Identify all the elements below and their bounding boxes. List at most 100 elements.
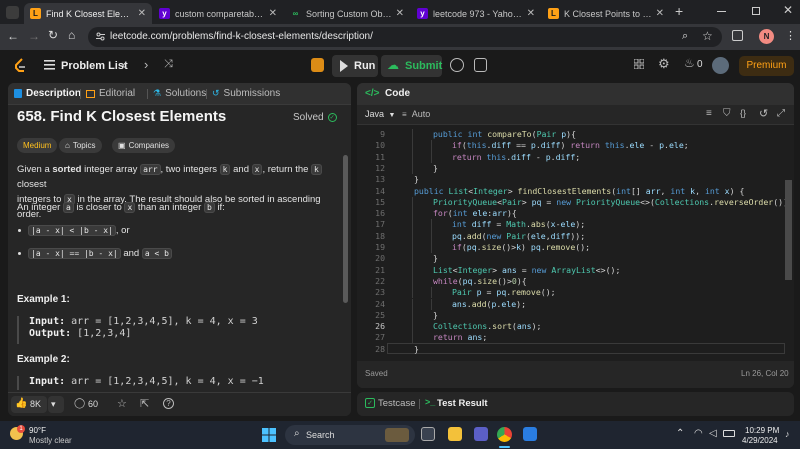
- notes-icon[interactable]: [474, 58, 487, 72]
- profile-avatar[interactable]: N: [759, 29, 774, 44]
- tab-editorial[interactable]: Editorial: [86, 88, 135, 99]
- browser-menu-icon[interactable]: ⋮: [785, 29, 796, 42]
- browser-tab[interactable]: L K Closest Points to Origin - Le ✕: [542, 3, 670, 24]
- taskbar-search[interactable]: ⌕ Search: [285, 425, 415, 445]
- indent-guide: [412, 242, 413, 254]
- new-tab-button[interactable]: +: [675, 3, 683, 19]
- comment-icon[interactable]: ◯: [74, 398, 85, 409]
- code-line: }: [414, 174, 419, 185]
- streak-fire-icon[interactable]: ♨: [684, 56, 695, 70]
- premium-button[interactable]: Premium: [739, 56, 794, 76]
- share-icon[interactable]: ⇱: [140, 397, 149, 410]
- close-tab-icon[interactable]: ✕: [269, 8, 277, 19]
- code-line: List<Integer> ans = new ArrayList<>();: [433, 264, 621, 275]
- topics-chip[interactable]: ⌂ Topics: [59, 138, 102, 153]
- timer-icon[interactable]: [450, 58, 464, 72]
- extensions-icon[interactable]: [732, 30, 743, 41]
- editor-scrollbar[interactable]: [785, 180, 792, 280]
- site-favicon-icon: ∞: [292, 9, 299, 18]
- close-tab-icon[interactable]: ✕: [527, 8, 535, 19]
- prev-problem-icon[interactable]: ‹: [122, 57, 126, 72]
- companies-chip[interactable]: ▣ Companies: [112, 138, 176, 153]
- volume-icon[interactable]: ◁: [709, 428, 717, 439]
- tab-submissions[interactable]: ↺ Submissions: [212, 88, 280, 99]
- next-problem-icon[interactable]: ›: [144, 57, 148, 72]
- user-avatar[interactable]: [712, 57, 729, 74]
- tab-description[interactable]: Description: [14, 88, 81, 99]
- clock-time[interactable]: 10:29 PM: [745, 426, 779, 435]
- show-hidden-icons[interactable]: ⌃: [676, 428, 684, 439]
- close-tab-icon[interactable]: ✕: [656, 8, 664, 19]
- app-icon[interactable]: [523, 427, 537, 441]
- teams-icon[interactable]: [474, 427, 488, 441]
- bookmark-icon[interactable]: ⛉: [723, 108, 731, 119]
- problem-list-icon[interactable]: [44, 60, 55, 70]
- code-editor[interactable]: 9 public int compareTo(Pair p){10 if(this.…: [357, 125, 794, 361]
- windows-start-icon[interactable]: [262, 428, 276, 442]
- wifi-icon[interactable]: ◠: [694, 428, 703, 439]
- indent-guide: [412, 230, 413, 242]
- format-icon[interactable]: ≡: [706, 108, 712, 119]
- browser-logo-icon[interactable]: [6, 6, 19, 19]
- auto-complete-toggle[interactable]: ≡ Auto: [402, 109, 430, 119]
- restore-icon[interactable]: [752, 7, 760, 15]
- braces-icon[interactable]: {}: [740, 108, 746, 118]
- output-value: [1,2,3,4]: [71, 328, 132, 339]
- fullscreen-icon[interactable]: ⤢: [777, 108, 785, 119]
- shuffle-icon[interactable]: ⤨: [164, 58, 173, 71]
- task-view-icon[interactable]: [421, 427, 435, 441]
- forward-icon[interactable]: →: [28, 29, 40, 43]
- minimize-icon[interactable]: [717, 11, 726, 12]
- submit-button[interactable]: ☁ Submit: [381, 55, 442, 77]
- language-select[interactable]: Java ▼: [365, 109, 395, 119]
- code-line: pq.add(new Pair(ele,diff));: [452, 230, 586, 241]
- chevron-down-icon: ▼: [388, 112, 396, 119]
- browser-tab[interactable]: y custom comparetable in java ✕: [153, 3, 283, 24]
- problem-title: 658. Find K Closest Elements: [17, 108, 227, 125]
- inline-code: x: [251, 164, 263, 175]
- clock-date[interactable]: 4/29/2024: [742, 436, 778, 445]
- browser-tab[interactable]: y leetcode 973 - Yahoo India Se ✕: [411, 3, 541, 24]
- difficulty-badge: Medium: [17, 138, 58, 153]
- layout-icon[interactable]: [634, 59, 644, 69]
- leetcode-logo-icon[interactable]: [13, 58, 27, 74]
- back-icon[interactable]: ←: [7, 29, 19, 43]
- text: An integer: [17, 202, 63, 213]
- notifications-bell-icon[interactable]: ♪: [785, 429, 790, 439]
- file-explorer-icon[interactable]: [448, 427, 462, 441]
- description-scrollbar[interactable]: [343, 155, 348, 303]
- inline-code: b: [203, 202, 215, 213]
- thumbs-up-icon: 👍: [15, 398, 28, 409]
- tab-solutions[interactable]: ⚗ Solutions: [153, 88, 206, 99]
- input-value: arr = [1,2,3,4,5], k = 4, x = 3: [65, 316, 258, 327]
- battery-icon[interactable]: [723, 430, 735, 437]
- close-tab-icon[interactable]: ✕: [138, 8, 146, 19]
- testcase-tab[interactable]: Testcase: [378, 398, 416, 409]
- code-line: Collections.sort(ans);: [433, 321, 542, 332]
- line-number: 21: [375, 264, 385, 275]
- bookmark-star-icon[interactable]: ☆: [702, 29, 713, 43]
- test-result-tab[interactable]: Test Result: [437, 398, 488, 409]
- problem-list-link[interactable]: Problem List: [61, 60, 128, 72]
- browser-tab[interactable]: ∞ Sorting Custom Object by Im ✕: [284, 3, 410, 24]
- reset-icon[interactable]: ↺: [759, 107, 768, 120]
- close-window-icon[interactable]: ✕: [783, 3, 793, 17]
- code-line: if(this.diff == p.diff) return this.ele …: [452, 140, 689, 151]
- weather-widget[interactable]: 1 90°F Mostly clear: [8, 425, 88, 447]
- code-line: while(pq.size()>0){: [433, 275, 527, 286]
- help-icon[interactable]: ?: [163, 398, 174, 409]
- reload-icon[interactable]: ↻: [48, 28, 58, 42]
- close-tab-icon[interactable]: ✕: [396, 8, 404, 19]
- settings-gear-icon[interactable]: ⚙: [658, 56, 670, 72]
- debug-icon[interactable]: [311, 58, 324, 72]
- solved-status: Solved ✓: [293, 112, 337, 123]
- zoom-icon[interactable]: ⌕: [682, 30, 688, 43]
- run-button[interactable]: Run: [332, 55, 378, 77]
- home-icon[interactable]: ⌂: [68, 28, 75, 42]
- code-editor-panel: </> Code Java ▼ ≡ Auto ≡ ⛉ {} ↺ ⤢ 9 publi…: [357, 83, 794, 388]
- favorite-star-icon[interactable]: ☆: [117, 397, 127, 410]
- address-bar[interactable]: leetcode.com/problems/find-k-closest-ele…: [88, 27, 722, 47]
- browser-tab-active[interactable]: L Find K Closest Elements - Le ✕: [24, 3, 152, 24]
- chrome-icon[interactable]: [497, 427, 512, 442]
- site-info-icon[interactable]: [96, 32, 105, 41]
